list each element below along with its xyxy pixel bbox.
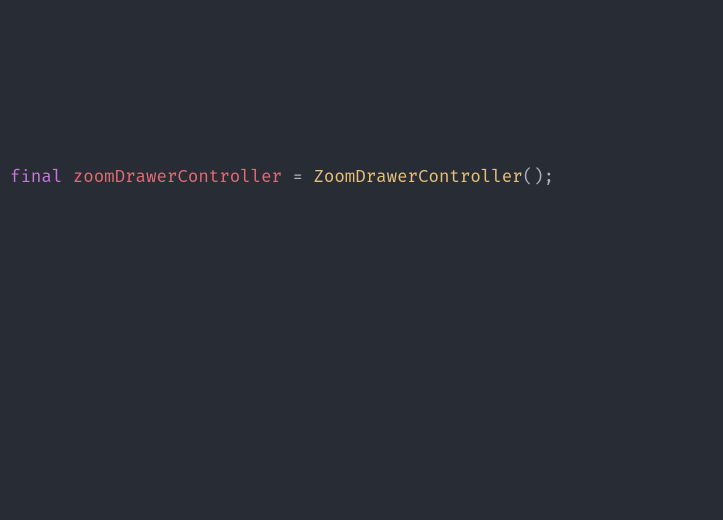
operator: = bbox=[282, 167, 313, 188]
keyword: final bbox=[10, 167, 62, 188]
type: ZoomDrawerController bbox=[313, 167, 522, 188]
punct: (); bbox=[523, 167, 554, 188]
code-editor[interactable]: final zoomDrawerController = ZoomDrawerC… bbox=[0, 0, 723, 520]
code-line bbox=[10, 340, 713, 376]
space bbox=[62, 167, 72, 188]
code-line: final zoomDrawerController = ZoomDrawerC… bbox=[10, 160, 713, 196]
identifier: zoomDrawerController bbox=[73, 167, 282, 188]
